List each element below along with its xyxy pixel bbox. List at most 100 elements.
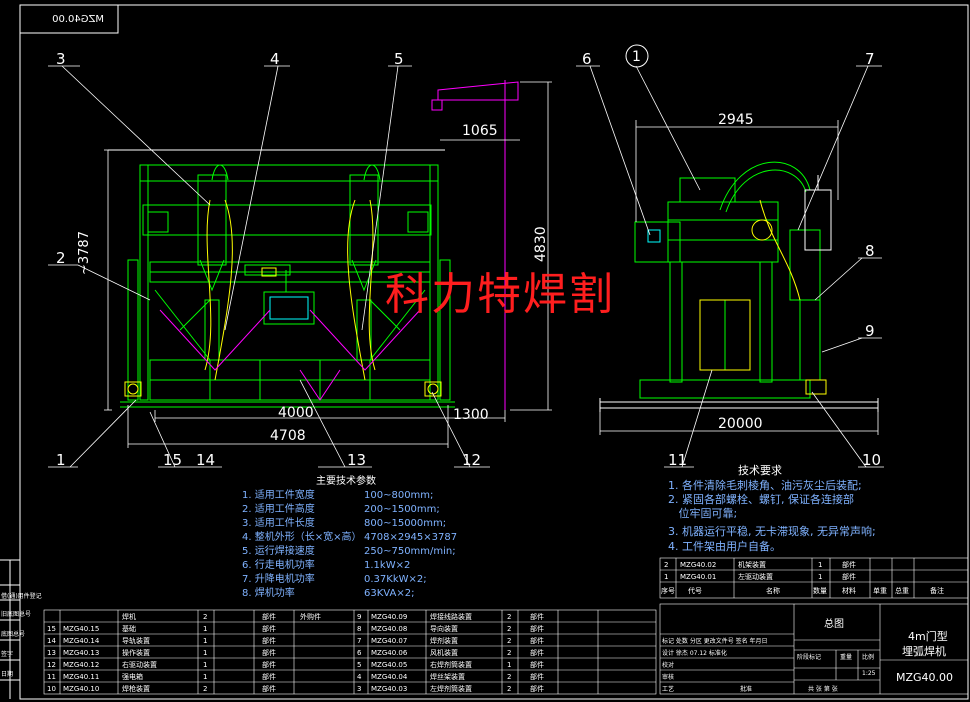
bomb-r3-name: 风机装置: [430, 648, 458, 657]
watermark-text: 科力特焊割: [385, 269, 615, 320]
bomb-r5-code: MZG40.04: [371, 673, 408, 681]
bomb-r3-type: 部件: [530, 648, 544, 657]
balloon-1-side: 1: [632, 49, 641, 65]
bomb-r6-type: 部件: [530, 684, 544, 693]
main-params: 主要技术参数 1. 适用工件宽度 2. 适用工件高度 3. 适用工件长度 4. …: [242, 474, 457, 599]
bomb-mid-label: 外购件: [300, 612, 321, 621]
bomb-l6-code: MZG40.10: [63, 685, 99, 693]
balloon-1-front: 1: [56, 451, 66, 469]
bomb-l4-no: 12: [47, 661, 56, 669]
bomb-r2-name: 焊剂装置: [430, 636, 458, 645]
tb-weight: 重量: [840, 653, 852, 661]
dim-4708: 4708: [270, 428, 306, 444]
bom-r-2-type: 部件: [842, 560, 856, 569]
param-label-1: 1. 适用工件宽度: [242, 488, 315, 501]
balloon-8: 8: [865, 242, 875, 260]
bom-r-2-name: 机架装置: [738, 560, 766, 569]
tech-req-line-3: 位牢固可靠;: [668, 506, 737, 520]
tb-drawing-no: MZG40.00: [896, 671, 953, 684]
tb-row-5: 工艺: [662, 685, 674, 693]
front-view: [108, 80, 519, 410]
bomb-r1-name: 导向装置: [430, 624, 458, 633]
balloon-7: 7: [865, 50, 875, 68]
param-label-3: 3. 适用工件长度: [242, 516, 315, 529]
bom-r-1-code: MZG40.01: [680, 573, 716, 581]
balloon-13: 13: [347, 451, 366, 469]
side-dim-labels: 2945 20000: [718, 112, 763, 432]
tech-req-title: 技术要求: [738, 464, 782, 477]
tech-requirements: 技术要求 1. 各件清除毛刺棱角、油污灰尘后装配; 2. 紧固各部螺栓、螺钉, …: [668, 464, 876, 553]
balloon-5: 5: [394, 50, 404, 68]
side-view: [599, 161, 879, 412]
bomb-r2-type: 部件: [530, 636, 544, 645]
bom-r-1-no: 1: [664, 573, 668, 581]
bomb-l4-code: MZG40.12: [63, 661, 99, 669]
bomb-l1-qty: 1: [203, 625, 207, 633]
dim-2945: 2945: [718, 112, 754, 128]
param-value-7: 0.37KkW×2;: [364, 574, 427, 585]
balloon-2: 2: [56, 249, 66, 267]
tb-sheets: 共 张 第 张: [808, 685, 838, 693]
dim-crane-height: 4830: [533, 226, 549, 262]
bom-r-2-qty: 1: [818, 561, 822, 569]
bom-h-no: 序号: [661, 586, 675, 595]
bom-h-unit-wt: 单重: [873, 586, 887, 595]
side-dimensions: [599, 120, 879, 435]
tb-row-2: 设计 徐杰 07.12 标准化: [662, 649, 727, 657]
bomb-l2-type: 部件: [262, 636, 276, 645]
tb-total-title: 总图: [824, 617, 844, 630]
bom-h-material: 材料: [842, 586, 856, 595]
param-value-5: 250~750mm/min;: [364, 546, 456, 557]
bomb-r1-qty: 2: [507, 625, 511, 633]
margin-label-5: 日期: [1, 670, 13, 678]
balloon-10: 10: [862, 451, 881, 469]
bomb-l3-code: MZG40.13: [63, 649, 99, 657]
bomb-r2-qty: 2: [507, 637, 511, 645]
bomb-r0-qty: 2: [507, 613, 511, 621]
bomb-l5-qty: 1: [203, 673, 207, 681]
balloon-4: 4: [270, 50, 280, 68]
tech-req-line-4: 3. 机器运行平稳, 无卡滞现象, 无异常声响;: [668, 524, 876, 538]
bomb-l1-name: 基础: [122, 624, 136, 633]
bomb-l1-type: 部件: [262, 624, 276, 633]
bomb-r6-qty: 2: [507, 685, 511, 693]
bomb-l6-no: 10: [47, 685, 56, 693]
tb-ratio: 比例: [862, 653, 874, 661]
tech-req-line-1: 1. 各件清除毛刺棱角、油污灰尘后装配;: [668, 478, 862, 492]
bomb-r4-no: 5: [357, 661, 361, 669]
tech-req-line-2: 2. 紧固各部螺栓、螺钉, 保证各连接部: [668, 492, 854, 506]
bom-bottom-left-text: 焊机 2 部件 外购件 15 MZG40.15 基础 1 部件 14 MZG40…: [47, 612, 321, 693]
bom-h-remark: 备注: [930, 586, 944, 595]
balloon-9: 9: [865, 322, 875, 340]
bomb-r0-type: 部件: [530, 612, 544, 621]
bom-h-total-wt: 总重: [895, 586, 909, 595]
bom-r-1-name: 左驱动装置: [738, 572, 773, 581]
tb-product-2: 埋弧焊机: [902, 644, 946, 658]
balloon-14: 14: [196, 451, 215, 469]
bomb-l1-no: 15: [47, 625, 56, 633]
bomb-l5-code: MZG40.11: [63, 673, 99, 681]
drawing-no-mirrored: MZG40.00: [52, 14, 104, 25]
param-value-3: 800~15000mm;: [364, 518, 446, 529]
bomb-r4-qty: 1: [507, 661, 511, 669]
bomb-r0-name: 焊接线路装置: [430, 612, 472, 621]
bomb-r3-qty: 2: [507, 649, 511, 657]
bomb-l6-name: 焊枪装置: [122, 684, 150, 693]
bom-bottom-right-text: 9 MZG40.09 焊接线路装置 2 部件 8 MZG40.08 导向装置 2…: [357, 612, 544, 693]
bomb-l4-name: 右驱动装置: [122, 660, 157, 669]
bomb-r0-code: MZG40.09: [371, 613, 407, 621]
bomb-r1-code: MZG40.08: [371, 625, 407, 633]
bomb-r2-code: MZG40.07: [371, 637, 407, 645]
param-value-2: 200~1500mm;: [364, 504, 440, 515]
bomb-r4-code: MZG40.05: [371, 661, 407, 669]
balloon-6: 6: [582, 50, 592, 68]
bomb-r1-type: 部件: [530, 624, 544, 633]
bom-r-1-qty: 1: [818, 573, 822, 581]
bom-r-2-code: MZG40.02: [680, 561, 716, 569]
bomb-r4-name: 右焊剂筒装置: [430, 660, 472, 669]
bomb-l2-name: 导轨装置: [122, 636, 150, 645]
bomb-l0-qty: 2: [203, 613, 207, 621]
bomb-r3-no: 6: [357, 649, 362, 657]
bomb-l5-no: 11: [47, 673, 56, 681]
bomb-l5-type: 部件: [262, 672, 276, 681]
